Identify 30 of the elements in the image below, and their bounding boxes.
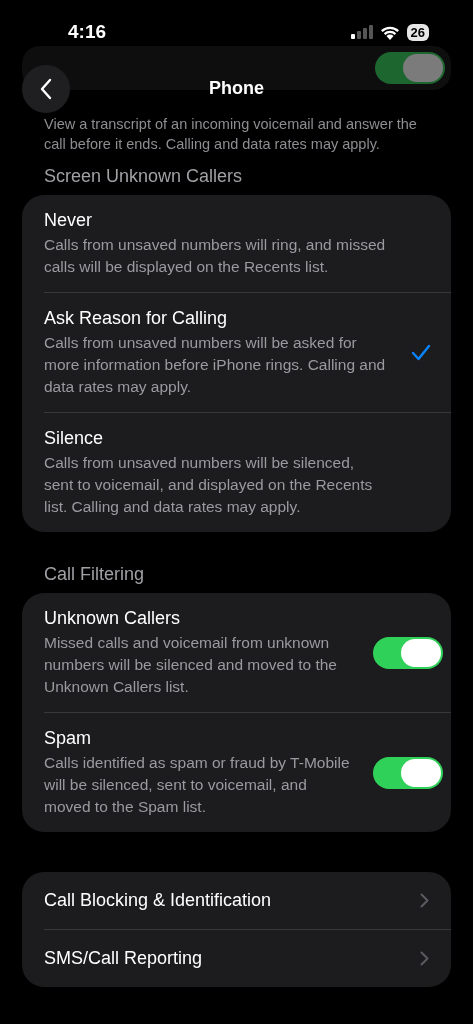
toggle-switch[interactable]: [375, 52, 445, 84]
setting-title: Unknown Callers: [44, 607, 182, 629]
setting-description: Missed calls and voicemail from unknown numbers will be silenced and moved to the Unknown Callers list.: [44, 633, 338, 697]
option-row[interactable]: Silence Calls from unsaved numbers will be silenced, sent to voicemail, and displayed on the Recents list. Calling and data rates may apply.: [44, 413, 451, 532]
wifi-icon: [379, 24, 400, 40]
settings-link[interactable]: SMS/Call Reporting: [44, 930, 451, 987]
setting-title: Spam: [44, 727, 93, 749]
chevron-left-icon: [39, 78, 53, 100]
signal-icon: [350, 25, 373, 39]
option-title: Never: [44, 209, 93, 231]
option-description: Calls from unsaved numbers will be silenced, sent to voicemail, and displayed on the Recents list. Calling and data rates may apply.: [44, 453, 374, 517]
toggle-switch[interactable]: [373, 756, 443, 789]
setting-description: Calls identified as spam or fraud by T-Mobile will be silenced, sent to voicemail, and moved to the Spam list.: [44, 753, 351, 817]
option-title: Silence: [44, 427, 105, 449]
section-footer: View a transcript of an incoming voicemail and answer the call before it ends. Calling and data rates may apply.: [0, 114, 473, 154]
section-header: Screen Unknown Callers: [43, 165, 244, 188]
back-button[interactable]: [22, 65, 70, 113]
option-row[interactable]: Ask Reason for Calling Calls from unsaved numbers will be asked for more information before iPhone rings. Calling and data rates may apply.: [44, 293, 451, 412]
chevron-icon: [420, 951, 429, 966]
status-time: 4:16: [68, 21, 107, 43]
chevron-icon: [420, 893, 429, 908]
nav-title: Phone: [209, 78, 264, 99]
toggle-switch[interactable]: [373, 636, 443, 669]
battery-indicator: 26: [406, 23, 429, 41]
section-header: Call Filtering: [43, 563, 146, 586]
option-title: Ask Reason for Calling: [44, 307, 229, 329]
option-description: Calls from unsaved numbers will ring, and missed calls will be displayed on the Recents list.: [44, 235, 387, 277]
option-description: Calls from unsaved numbers will be asked for more information before iPhone rings. Calling and data rates may apply.: [44, 333, 387, 397]
settings-link[interactable]: Call Blocking & Identification: [44, 872, 451, 929]
option-row[interactable]: Never Calls from unsaved numbers will ring, and missed calls will be displayed on the Recents list.: [44, 195, 451, 292]
